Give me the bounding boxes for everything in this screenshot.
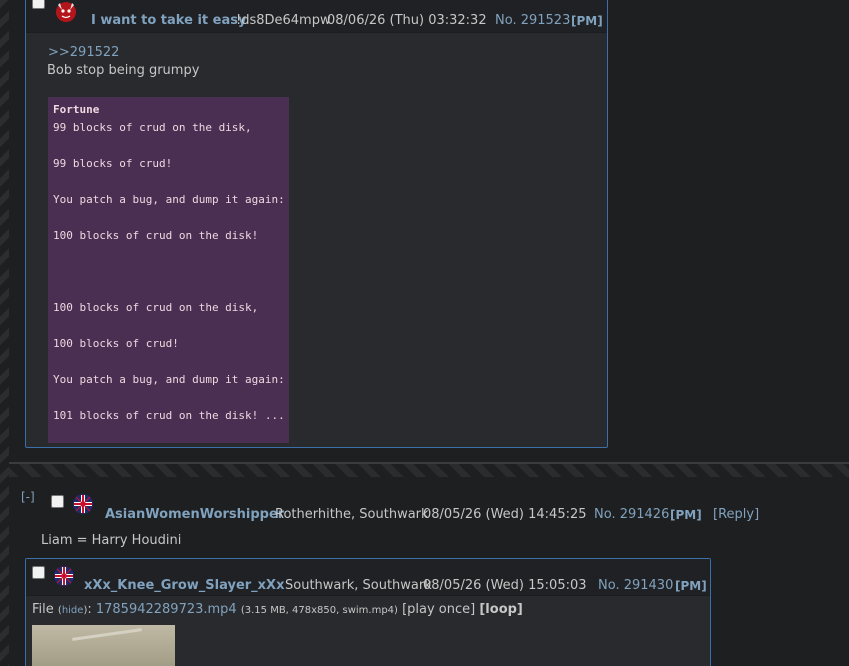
- file-details: (3.15 MB, 478x850, swim.mp4): [240, 605, 398, 616]
- post-date: 08/05/26 (Wed) 15:05:03: [423, 578, 587, 593]
- poster-name: I want to take it easy: [91, 13, 247, 28]
- file-info-line: File (hide): 1785942289723.mp4 (3.15 MB,…: [32, 602, 523, 617]
- fortune-line: You patch a bug, and dump it again:: [53, 193, 285, 206]
- op-select-checkbox[interactable]: [51, 495, 64, 508]
- poster-name: xXx_Knee_Grow_Slayer_xXx: [84, 578, 285, 593]
- file-label: File: [32, 602, 54, 617]
- pm-link[interactable]: [PM]: [571, 14, 603, 28]
- post-header: xXx_Knee_Grow_Slayer_xXx Southwark, Sout…: [26, 559, 710, 596]
- background-pattern-left: [0, 0, 9, 666]
- op-message: Liam = Harry Houdini: [41, 533, 182, 548]
- play-once-link[interactable]: [play once]: [402, 602, 475, 617]
- reply-post-291523: I want to take it easy !ds8De64mpw 08/06…: [25, 0, 608, 448]
- hide-file-link[interactable]: hide: [62, 605, 84, 616]
- fortune-line: 100 blocks of crud on the disk,: [53, 301, 259, 314]
- op-date: 08/05/26 (Wed) 14:45:25: [423, 507, 587, 522]
- devil-flag-icon: [56, 2, 76, 22]
- fortune-box: Fortune 99 blocks of crud on the disk, 99…: [48, 97, 289, 443]
- poster-tripcode: !ds8De64mpw: [236, 13, 331, 28]
- union-jack-flag-icon: [73, 494, 93, 514]
- fortune-title: Fortune: [53, 103, 100, 116]
- file-name-link[interactable]: 1785942289723.mp4: [96, 602, 237, 617]
- post-header: I want to take it easy !ds8De64mpw 08/06…: [26, 0, 607, 33]
- fortune-line: 99 blocks of crud!: [53, 157, 173, 170]
- op-post-number-link[interactable]: No. 291426: [594, 507, 669, 522]
- op-poster-name: AsianWomenWorshipper: [105, 507, 285, 522]
- union-jack-flag-icon: [54, 566, 74, 586]
- reply-link[interactable]: [Reply]: [713, 507, 759, 522]
- op-location: Rotherhithe, Southwark: [275, 507, 429, 522]
- fortune-line: 101 blocks of crud on the disk! ...: [53, 409, 285, 422]
- post-message: Bob stop being grumpy: [47, 63, 200, 78]
- thread-divider-pattern: [9, 463, 849, 477]
- post-select-checkbox[interactable]: [32, 0, 45, 9]
- op-pm-link[interactable]: [PM]: [670, 508, 702, 522]
- post-number-link[interactable]: No. 291523: [495, 13, 570, 28]
- collapse-thread-button[interactable]: [-]: [21, 490, 35, 504]
- reply-post-291430: xXx_Knee_Grow_Slayer_xXx Southwark, Sout…: [25, 558, 711, 666]
- video-thumbnail[interactable]: [32, 625, 175, 666]
- fortune-line: 100 blocks of crud!: [53, 337, 179, 350]
- fortune-line: 100 blocks of crud on the disk!: [53, 229, 259, 242]
- fortune-line: You patch a bug, and dump it again:: [53, 373, 285, 386]
- post-select-checkbox[interactable]: [32, 566, 45, 579]
- pm-link[interactable]: [PM]: [675, 579, 707, 593]
- post-number-link[interactable]: No. 291430: [598, 578, 673, 593]
- poster-location: Southwark, Southwark: [285, 578, 432, 593]
- fortune-line: 99 blocks of crud on the disk,: [53, 121, 252, 134]
- quote-link[interactable]: >>291522: [48, 45, 119, 60]
- loop-link[interactable]: [loop]: [479, 602, 523, 617]
- post-date: 08/06/26 (Thu) 03:32:32: [327, 13, 487, 28]
